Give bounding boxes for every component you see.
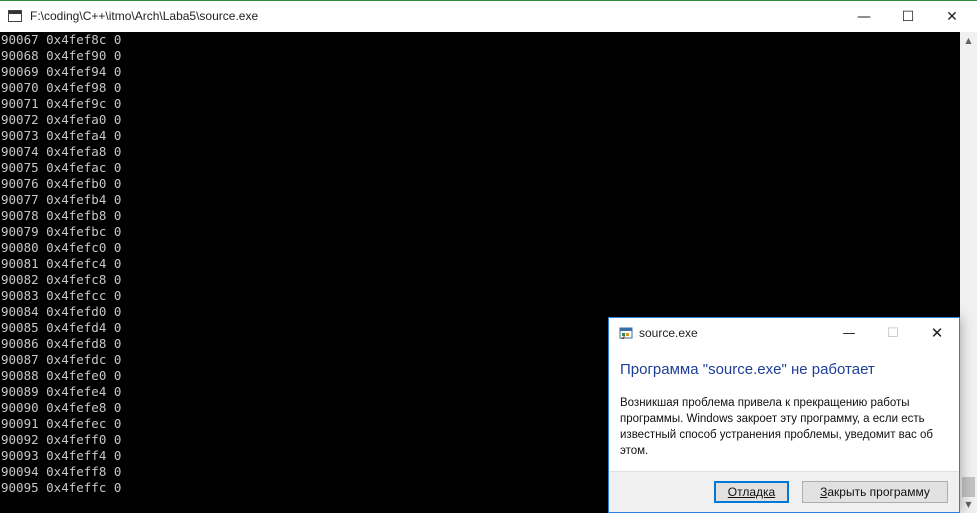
dialog-close-button[interactable]: ✕ [915,318,959,348]
console-line: 90075 0x4fefac 0 [1,160,122,175]
console-line: 90067 0x4fef8c 0 [1,32,122,47]
debug-button-label: Отладка [727,485,776,499]
scroll-down-arrow-icon[interactable]: ▼ [960,496,977,513]
dialog-heading: Программа "source.exe" не работает [620,361,875,378]
scroll-up-arrow-icon[interactable]: ▲ [960,32,977,49]
minimize-button[interactable]: — [842,1,886,32]
console-app-icon [8,10,22,22]
console-line: 90074 0x4fefa8 0 [1,144,122,159]
console-line: 90083 0x4fefcc 0 [1,288,122,303]
console-line: 90079 0x4fefbc 0 [1,224,122,239]
dialog-titlebar[interactable]: source.exe — ☐ ✕ [609,318,959,348]
console-line: 90068 0x4fef90 0 [1,48,122,63]
console-line: 90076 0x4fefb0 0 [1,176,122,191]
console-line: 90077 0x4fefb4 0 [1,192,122,207]
close-program-button-label: Закрыть программу [820,485,930,499]
console-line: 90080 0x4fefc0 0 [1,240,122,255]
window-title: F:\coding\C++\itmo\Arch\Laba5\source.exe [30,9,259,23]
error-dialog: source.exe — ☐ ✕ Программа "source.exe" … [608,317,960,513]
dialog-message: Возникшая проблема привела к прекращению… [620,397,933,457]
console-line: 90071 0x4fef9c 0 [1,96,122,111]
app-error-icon [619,327,633,339]
dialog-title: source.exe [639,326,698,340]
console-line: 90070 0x4fef98 0 [1,80,122,95]
console-line: 90082 0x4fefc8 0 [1,272,122,287]
console-line: 90081 0x4fefc4 0 [1,256,122,271]
console-line: 90073 0x4fefa4 0 [1,128,122,143]
close-program-button[interactable]: Закрыть программу [802,481,948,503]
debug-button[interactable]: Отладка [714,481,789,503]
console-line: 90078 0x4fefb8 0 [1,208,122,223]
close-button[interactable]: ✕ [930,1,974,32]
console-line: 90072 0x4fefa0 0 [1,112,122,127]
maximize-button[interactable]: ☐ [886,1,930,32]
scrollbar-thumb[interactable] [962,477,975,497]
console-titlebar[interactable]: F:\coding\C++\itmo\Arch\Laba5\source.exe… [0,0,977,32]
vertical-scrollbar[interactable]: ▲ ▼ [960,32,977,513]
dialog-maximize-button: ☐ [887,325,899,341]
dialog-button-bar: Отладка Закрыть программу [609,471,959,512]
console-line: 90069 0x4fef94 0 [1,64,122,79]
dialog-minimize-button[interactable]: — [827,318,871,348]
